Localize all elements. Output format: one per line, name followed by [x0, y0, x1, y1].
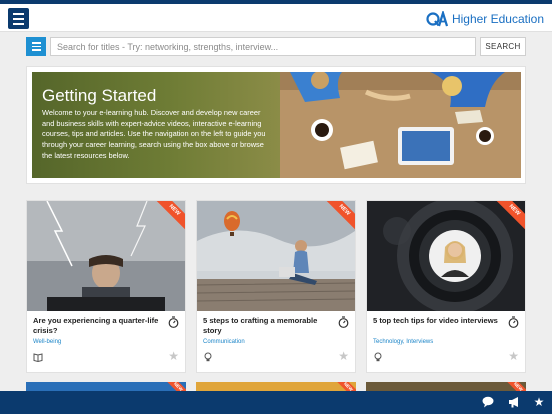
card-title: 5 top tech tips for video interviews — [373, 316, 498, 325]
megaphone-icon[interactable] — [507, 395, 521, 409]
stressed-man-image — [27, 201, 185, 311]
brand[interactable]: Higher Education — [426, 9, 544, 29]
book-icon — [33, 353, 43, 362]
balloon-laptop-image — [197, 201, 355, 311]
filter-line-icon — [31, 49, 41, 51]
card-thumbnail: NEW — [367, 201, 525, 311]
card-title: Are you experiencing a quarter-life cris… — [33, 316, 159, 336]
hamburger-menu-button[interactable] — [8, 8, 29, 29]
favorite-star-icon[interactable]: ★ — [508, 350, 519, 362]
filter-line-icon — [31, 42, 41, 44]
search-bar: SEARCH — [26, 37, 526, 56]
card-tag[interactable]: Communication — [203, 339, 245, 345]
card-tag[interactable]: Well-being — [33, 339, 61, 345]
lightbulb-icon — [374, 352, 382, 362]
stopwatch-icon — [168, 316, 179, 328]
card-tag[interactable]: Technology, Interviews — [373, 339, 433, 345]
favorite-star-icon[interactable]: ★ — [338, 350, 349, 362]
camera-lens-image — [367, 201, 525, 311]
hero-title: Getting Started — [42, 86, 157, 105]
resource-card[interactable]: NEW 5 top tech tips for video interviews… — [366, 200, 526, 373]
card-thumbnail: NEW — [27, 201, 185, 311]
stopwatch-icon — [508, 316, 519, 328]
lightbulb-icon — [204, 352, 212, 362]
qa-logo-icon — [426, 11, 448, 27]
resource-card[interactable]: NEW 5 steps to crafting a memorable stor… — [196, 200, 356, 373]
footer-bar: ★ — [0, 391, 552, 414]
star-icon[interactable]: ★ — [532, 395, 546, 409]
app-header: Higher Education — [0, 4, 552, 32]
hero-description: Welcome to your e-learning hub. Discover… — [42, 108, 266, 160]
hero-banner: Getting Started Welcome to your e-learni… — [32, 72, 521, 178]
search-input[interactable] — [50, 37, 476, 56]
stopwatch-icon — [338, 316, 349, 328]
filter-menu-button[interactable] — [26, 37, 46, 56]
card-title: 5 steps to crafting a memorable story — [203, 316, 318, 336]
filter-line-icon — [31, 45, 41, 48]
hero-image — [280, 72, 521, 178]
chat-icon[interactable] — [481, 395, 495, 409]
getting-started-panel: Getting Started Welcome to your e-learni… — [26, 66, 526, 184]
resource-card[interactable]: NEW Are you experiencing a quarter-life … — [26, 200, 186, 373]
favorite-star-icon[interactable]: ★ — [168, 350, 179, 362]
menu-bar-icon — [13, 17, 24, 20]
brand-name: Higher Education — [451, 12, 544, 26]
menu-bar-icon — [13, 22, 24, 25]
search-button[interactable]: SEARCH — [480, 37, 526, 56]
menu-bar-icon — [13, 12, 24, 15]
card-thumbnail: NEW — [197, 201, 355, 311]
desk-photo-illustration — [280, 72, 521, 178]
